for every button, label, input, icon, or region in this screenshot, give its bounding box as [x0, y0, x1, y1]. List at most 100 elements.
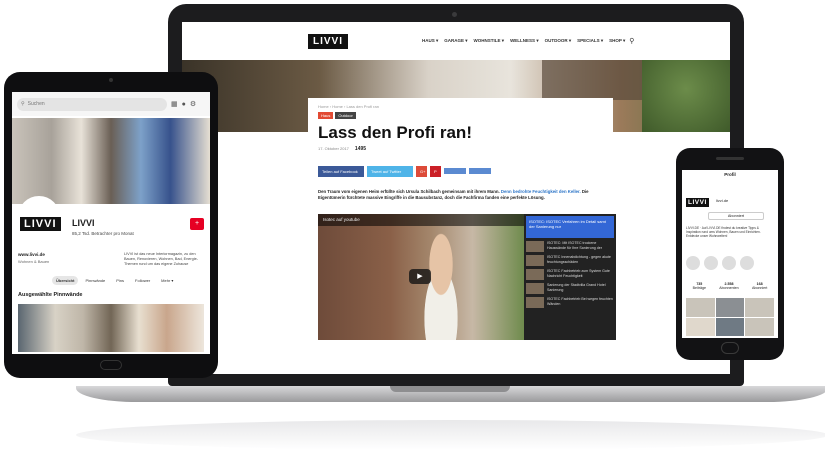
video-person	[412, 232, 470, 340]
phone-handle: livvi.de	[716, 198, 729, 203]
tablet-screen: ⚲ Suchen ▦ ● ⚙ LIVVI LIVVI 85,2 Tsd. Bet…	[12, 92, 210, 354]
playlist-item-title: ISOTEC Fachbetrieb zum System Gute Nachr…	[547, 269, 610, 278]
tab-follower[interactable]: Follower	[131, 276, 154, 285]
photo-grid	[686, 298, 774, 336]
nav-item-garage[interactable]: GARAGE ▾	[444, 38, 467, 44]
profile-description: LIVVI ist das neue Interiormagazin, zu d…	[124, 252, 199, 266]
tag-outdoor[interactable]: Outdoor	[335, 112, 356, 119]
profile-views: 85,2 Tsd. Betrachter pro Monat	[72, 231, 134, 236]
search-icon: ⚲	[21, 101, 25, 107]
phone-speaker	[716, 157, 744, 160]
tablet-search-placeholder: Suchen	[27, 101, 45, 107]
phone-bio: LIVVI.DE · Auf LIVVI.DE findest du kreat…	[686, 226, 761, 239]
tab-uebersicht[interactable]: Übersicht	[52, 276, 79, 285]
profile-url[interactable]: www.livvi.de	[18, 252, 45, 257]
share-pinterest-button[interactable]: P	[430, 166, 441, 177]
profile-logo: LIVVI	[20, 217, 61, 231]
playlist-thumbnail	[526, 283, 544, 294]
tab-pins[interactable]: Pins	[112, 276, 128, 285]
laptop-reflection	[76, 420, 825, 450]
share-extra-button[interactable]	[444, 168, 466, 174]
playlist-item-title: ISOTEC Fachbetrieb Bei wegen feuchten Wä…	[547, 297, 613, 306]
tab-pinnwaende[interactable]: Pinnwände	[81, 276, 109, 285]
share-facebook-button[interactable]: Teilen auf Facebook	[318, 166, 364, 177]
highlight-circle[interactable]	[722, 256, 736, 270]
nav-item-specials[interactable]: SPECIALS ▾	[577, 38, 603, 44]
view-count: 1495	[354, 146, 367, 152]
video-playlist: ISOTEC: ISOTEC Verfahren im Detail samt …	[524, 214, 616, 340]
search-icon[interactable]: ⚲	[629, 37, 634, 45]
nav-item-wellness[interactable]: WELLNESS ▾	[510, 38, 539, 44]
settings-icon[interactable]: ⚙	[190, 100, 196, 108]
article-tags: Haus Outdoor	[318, 112, 603, 119]
video-embed: Isotec auf youtube ▶ ISOTEC: ISOTEC Verf…	[318, 214, 616, 340]
tab-more[interactable]: Mehr ▾	[157, 276, 177, 285]
stat-following-label: Abonniert	[751, 286, 768, 290]
share-google-button[interactable]: G+	[416, 166, 427, 177]
highlight-circle[interactable]	[704, 256, 718, 270]
laptop: LIVVI HAUS ▾ GARAGE ▾ WOHNSTILE ▾ WELLNE…	[168, 4, 744, 386]
photo-thumbnail[interactable]	[686, 298, 715, 317]
hero-tree	[642, 60, 730, 132]
tablet: ⚲ Suchen ▦ ● ⚙ LIVVI LIVVI 85,2 Tsd. Bet…	[4, 72, 218, 378]
intro-text: Den Traum vom eigenen Heim erfüllte sich…	[318, 189, 500, 194]
intro-link[interactable]: Denn bedrohte Feuchtigkeit den Keller.	[501, 189, 581, 194]
chat-icon[interactable]: ●	[182, 101, 186, 108]
nav-item-shop[interactable]: SHOP ▾	[609, 38, 625, 44]
photo-thumbnail[interactable]	[745, 298, 774, 317]
stat-posts-label: Beiträge	[692, 286, 707, 290]
phone-screen: Profil LIVVI livvi.de Abonniert LIVVI.DE…	[682, 170, 778, 338]
article: Home › Home › Lass den Profi ran Haus Ou…	[308, 98, 616, 374]
highlight-circle[interactable]	[686, 256, 700, 270]
share-extra-button-2[interactable]	[469, 168, 491, 174]
playlist-item-title: ISOTEC: Mit ISOTEC trockene Hauswände fü…	[547, 241, 602, 250]
playlist-item[interactable]: Sanierung der Stadtvilla Grand Hotel San…	[526, 283, 614, 294]
stat-posts[interactable]: 735 Beiträge	[693, 282, 706, 290]
playlist-item-title: Sanierung der Stadtvilla Grand Hotel San…	[547, 283, 606, 292]
playlist-item[interactable]: ISOTEC Fachbetrieb Bei wegen feuchten Wä…	[526, 297, 614, 308]
phone-profile-logo: LIVVI	[686, 198, 709, 207]
nav-item-haus[interactable]: HAUS ▾	[422, 38, 438, 44]
photo-thumbnail[interactable]	[745, 317, 774, 336]
site-nav: HAUS ▾ GARAGE ▾ WOHNSTILE ▾ WELLNESS ▾ O…	[422, 38, 625, 44]
playlist-item[interactable]: ISOTEC Fachbetrieb zum System Gute Nachr…	[526, 269, 614, 280]
stat-following[interactable]: 168 Abonniert	[752, 282, 767, 290]
article-date: 17. Oktober 2017	[318, 146, 349, 151]
nav-item-wohnstile[interactable]: WOHNSTILE ▾	[474, 38, 505, 44]
nav-item-outdoor[interactable]: OUTDOOR ▾	[545, 38, 572, 44]
phone-home-button[interactable]	[721, 342, 739, 354]
site-logo[interactable]: LIVVI	[308, 33, 349, 49]
photo-thumbnail[interactable]	[686, 317, 715, 336]
stat-followers[interactable]: 2.558 Abonnenten	[719, 282, 738, 290]
photo-thumbnail[interactable]	[715, 317, 745, 336]
tablet-home-button[interactable]	[100, 360, 122, 370]
playlist-item[interactable]: ISOTEC Innenabdichtung - gegen akute feu…	[526, 255, 614, 266]
profile-cover-collage	[12, 118, 210, 204]
play-icon[interactable]: ▶	[409, 269, 431, 284]
follow-button[interactable]: Abonniert	[708, 212, 764, 220]
story-highlights	[686, 256, 774, 278]
playlist-item-title: ISOTEC Innenabdichtung - gegen akute feu…	[547, 255, 611, 264]
playlist-thumbnail	[526, 255, 544, 266]
playlist-now-playing[interactable]: ISOTEC: ISOTEC Verfahren im Detail samt …	[526, 216, 614, 238]
video-player[interactable]: Isotec auf youtube ▶	[318, 214, 524, 340]
video-title[interactable]: Isotec auf youtube	[318, 214, 524, 226]
section-title: Ausgewählte Pinnwände	[18, 292, 83, 298]
profile-tabs: Übersicht Pinnwände Pins Follower Mehr ▾	[52, 276, 177, 285]
phone-page-title: Profil	[724, 172, 736, 177]
featured-boards[interactable]	[18, 304, 204, 352]
tablet-search-input[interactable]: ⚲ Suchen	[17, 97, 167, 111]
breadcrumb[interactable]: Home › Home › Lass den Profi ran	[318, 104, 603, 109]
playlist-item[interactable]: ISOTEC: Mit ISOTEC trockene Hauswände fü…	[526, 241, 614, 252]
highlight-circle[interactable]	[740, 256, 754, 270]
tablet-top-bar: ⚲ Suchen ▦ ● ⚙	[12, 92, 210, 116]
tag-haus[interactable]: Haus	[318, 112, 334, 119]
share-twitter-button[interactable]: Tweet auf Twitter	[367, 166, 413, 177]
chart-icon[interactable]: ▦	[171, 100, 178, 108]
profile-name: LIVVI	[72, 218, 95, 228]
add-button[interactable]: +	[190, 218, 204, 230]
laptop-camera	[452, 12, 457, 17]
playlist-thumbnail	[526, 297, 544, 308]
photo-thumbnail[interactable]	[715, 298, 745, 317]
profile-subtitle: Wohnen & Bauen	[18, 259, 50, 264]
